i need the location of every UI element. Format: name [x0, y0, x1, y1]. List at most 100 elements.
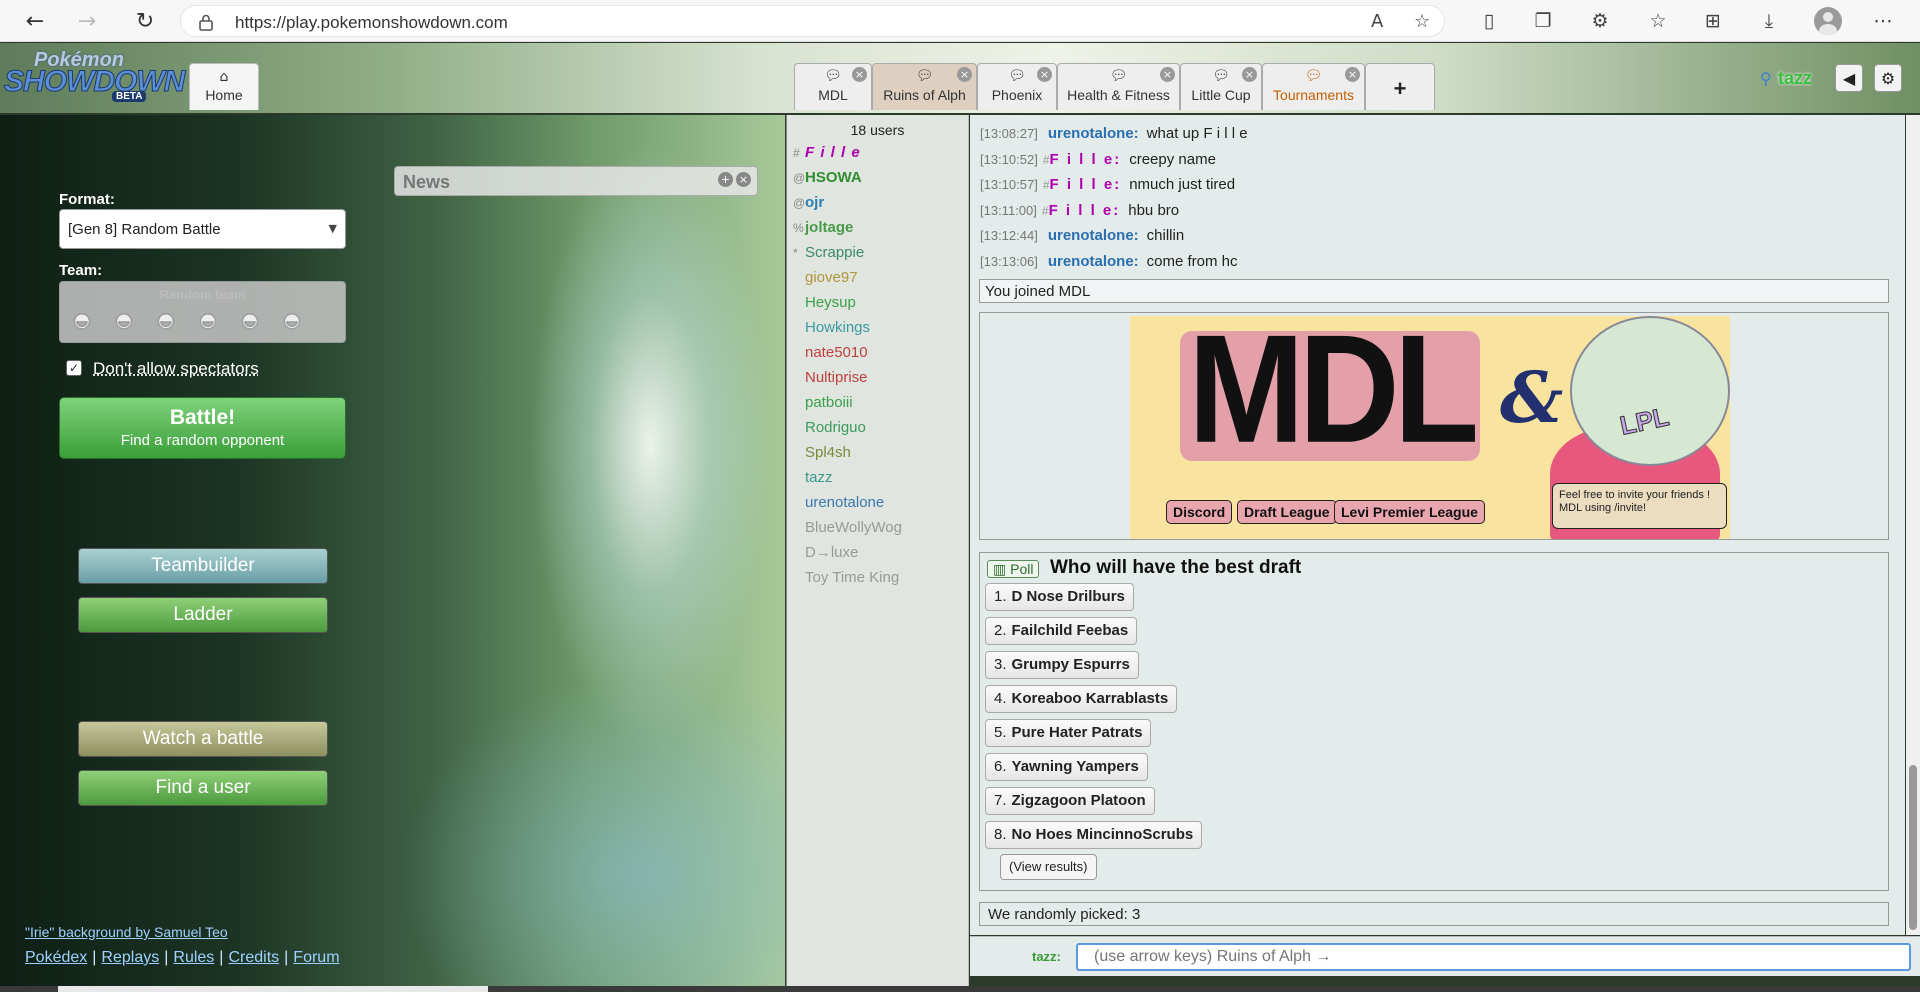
pokemon-slot-icon: ◓: [242, 310, 258, 331]
message-author[interactable]: urenotalone:: [1048, 125, 1139, 142]
userlist-user[interactable]: @HSOWA: [793, 169, 963, 194]
reading-view-icon[interactable]: ▯: [1476, 8, 1502, 34]
message-author[interactable]: F i l l e:: [1050, 151, 1122, 168]
scrollbar-thumb[interactable]: [1909, 765, 1917, 930]
downloads-icon[interactable]: ⤓: [1756, 8, 1782, 34]
battle-button[interactable]: Battle! Find a random opponent: [59, 397, 346, 459]
address-bar[interactable]: https://play.pokemonshowdown.com A ☆: [180, 5, 1445, 37]
teambuilder-button[interactable]: Teambuilder: [78, 548, 328, 584]
tabs-collection-icon[interactable]: ⊞: [1700, 8, 1726, 34]
showdown-logo[interactable]: Pokémon SHOWDOWN BETA: [3, 47, 186, 105]
favorites-icon[interactable]: ☆: [1645, 8, 1671, 34]
news-panel[interactable]: News + ×: [394, 166, 758, 196]
poll-option-button[interactable]: 7. Zigzagoon Platoon: [985, 787, 1155, 815]
tab-label: Phoenix: [991, 87, 1043, 103]
room-banner-box: MDL & LPL Discord Draft League Levi Prem…: [979, 312, 1889, 540]
reload-icon[interactable]: ↻: [130, 7, 160, 35]
userlist-user[interactable]: Nultiprise: [793, 369, 963, 394]
user-name: giove97: [805, 269, 858, 286]
lock-icon[interactable]: [197, 13, 215, 31]
message-author[interactable]: urenotalone:: [1048, 253, 1139, 270]
close-icon[interactable]: ×: [736, 172, 751, 187]
forum-link[interactable]: Forum: [293, 949, 339, 966]
userlist-user[interactable]: Heysup: [793, 294, 963, 319]
format-select[interactable]: [Gen 8] Random Battle ▼: [59, 209, 346, 249]
tab-home[interactable]: ⌂ Home: [189, 63, 259, 110]
browser-toolbar: ← → ↻ https://play.pokemonshowdown.com A…: [0, 0, 1920, 42]
message-author[interactable]: urenotalone:: [1048, 227, 1139, 244]
tab-little-cup[interactable]: 💬︎ Little Cup ×: [1180, 63, 1262, 110]
userlist-user[interactable]: BlueWollyWog: [793, 519, 963, 544]
close-icon[interactable]: ×: [1345, 67, 1360, 82]
draft-league-button[interactable]: Draft League: [1237, 500, 1337, 524]
chat-input[interactable]: [1076, 943, 1911, 971]
userlist-user[interactable]: tazz: [793, 469, 963, 494]
close-icon[interactable]: ×: [957, 67, 972, 82]
close-icon[interactable]: ×: [1242, 67, 1257, 82]
expand-icon[interactable]: +: [718, 172, 733, 187]
userlist-user[interactable]: # F i l l e: [793, 144, 963, 169]
tab-health-fitness[interactable]: 💬︎ Health & Fitness ×: [1057, 63, 1180, 110]
read-aloud-icon[interactable]: A: [1371, 11, 1383, 32]
more-menu-icon[interactable]: ⋯: [1870, 8, 1896, 34]
userlist-user[interactable]: D→luxe: [793, 544, 963, 569]
poll-option-button[interactable]: 1. D Nose Drilburs: [985, 583, 1134, 611]
credits-link[interactable]: Credits: [228, 949, 279, 966]
userlist-user[interactable]: %joltage: [793, 219, 963, 244]
team-select[interactable]: Random team ◓ ◓ ◓ ◓ ◓ ◓: [59, 281, 346, 343]
discord-button[interactable]: Discord: [1166, 500, 1233, 524]
user-name: HSOWA: [805, 169, 862, 186]
tab-tournaments[interactable]: 💬︎ Tournaments ×: [1262, 63, 1365, 110]
extensions-icon[interactable]: ⚙: [1587, 8, 1613, 34]
message-author[interactable]: F i l l e:: [1050, 176, 1122, 193]
userlist-user[interactable]: urenotalone: [793, 494, 963, 519]
message-author[interactable]: F i l l e:: [1049, 202, 1121, 219]
add-tab-button[interactable]: +: [1365, 63, 1435, 110]
collections-icon[interactable]: ❐: [1530, 8, 1556, 34]
back-arrow-icon[interactable]: ←: [20, 7, 50, 35]
userlist-user[interactable]: Rodriguo: [793, 419, 963, 444]
userlist-user[interactable]: nate5010: [793, 344, 963, 369]
poll-option-button[interactable]: 3. Grumpy Espurrs: [985, 651, 1139, 679]
userlist-user[interactable]: * Scrappie: [793, 244, 963, 269]
userlist-user[interactable]: Toy Time King: [793, 569, 963, 594]
close-icon[interactable]: ×: [1037, 67, 1052, 82]
poll-option-label: Failchild Feebas: [1011, 622, 1129, 639]
rules-link[interactable]: Rules: [173, 949, 214, 966]
poll-option-button[interactable]: 6. Yawning Yampers: [985, 753, 1148, 781]
close-icon[interactable]: ×: [1160, 67, 1175, 82]
settings-button[interactable]: ⚙: [1874, 64, 1902, 92]
pokedex-link[interactable]: Pokédex: [25, 949, 87, 966]
sound-button[interactable]: ◀: [1835, 64, 1863, 92]
view-results-button[interactable]: (View results): [1000, 854, 1097, 880]
levi-premier-league-button[interactable]: Levi Premier League: [1334, 500, 1485, 524]
poll-option-button[interactable]: 8. No Hoes MincinnoScrubs: [985, 821, 1203, 849]
userlist-user[interactable]: Howkings: [793, 319, 963, 344]
close-icon[interactable]: ×: [852, 67, 867, 82]
tab-ruins-of-alph[interactable]: 💬︎ Ruins of Alph ×: [872, 63, 977, 110]
poll-box: ▥ Poll Who will have the best draft 1. D …: [979, 552, 1889, 891]
url-text[interactable]: https://play.pokemonshowdown.com: [235, 13, 508, 33]
userlist-user[interactable]: Spl4sh: [793, 444, 963, 469]
replays-link[interactable]: Replays: [101, 949, 159, 966]
poll-option-button[interactable]: 2. Failchild Feebas: [985, 617, 1138, 645]
watch-battle-button[interactable]: Watch a battle: [78, 721, 328, 757]
poll-option-button[interactable]: 5. Pure Hater Patrats: [985, 719, 1152, 747]
tab-mdl[interactable]: 💬︎ MDL ×: [794, 63, 872, 110]
find-user-button[interactable]: Find a user: [78, 770, 328, 806]
spectators-checkbox[interactable]: ✓: [66, 360, 82, 376]
userlist-user[interactable]: giove97: [793, 269, 963, 294]
main-menu-panel: News + × Format: [Gen 8] Random Battle ▼…: [0, 115, 785, 992]
forward-arrow-icon[interactable]: →: [72, 7, 102, 35]
spectators-label[interactable]: Don't allow spectators: [93, 359, 259, 379]
userlist-user[interactable]: patboiii: [793, 394, 963, 419]
background-credit-link[interactable]: "Irie" background by Samuel Teo: [25, 924, 228, 940]
tab-phoenix[interactable]: 💬︎ Phoenix ×: [977, 63, 1057, 110]
userlist-user[interactable]: @ojr: [793, 194, 963, 219]
ladder-button[interactable]: Ladder: [78, 597, 328, 633]
profile-avatar-icon[interactable]: [1814, 7, 1842, 35]
chat-message: [13:10:57] #F i l l e: nmuch just tired: [980, 176, 1235, 200]
poll-option-button[interactable]: 4. Koreaboo Karrablasts: [985, 685, 1178, 713]
favorite-star-icon[interactable]: ☆: [1414, 11, 1430, 32]
chat-scrollbar[interactable]: [1906, 115, 1920, 935]
